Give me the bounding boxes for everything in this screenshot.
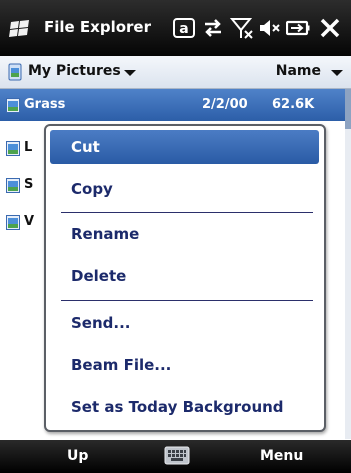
keyboard-icon[interactable] [164,446,190,465]
file-name: Grass [24,97,66,112]
menu-divider [61,212,313,213]
chevron-down-icon[interactable] [330,69,344,77]
chevron-down-icon[interactable] [123,69,137,77]
sort-dropdown[interactable]: Name [276,63,321,79]
mute-volume-icon[interactable] [258,16,282,40]
menu-item-beam-file[interactable]: Beam File... [50,348,319,382]
menu-item-label: Send... [71,314,131,332]
menu-item-set-today-background[interactable]: Set as Today Background [50,390,319,424]
svg-text:a: a [179,21,188,37]
scroll-thumb[interactable] [345,89,351,129]
battery-charging-icon[interactable] [286,16,310,40]
softkey-up[interactable]: Up [67,448,88,464]
softkey-menu[interactable]: Menu [260,448,303,464]
menu-item-label: Cut [71,138,100,156]
connectivity-icon[interactable] [201,16,225,40]
menu-item-rename[interactable]: Rename [50,217,319,251]
folder-dropdown[interactable]: My Pictures [28,63,121,79]
file-row[interactable]: Grass 2/2/00 62.6K [0,89,351,121]
menu-item-delete[interactable]: Delete [50,259,319,293]
image-file-icon [6,98,20,113]
title-bar: File Explorer a [0,0,351,56]
context-menu: Cut Copy Rename Delete Send... Beam File… [44,124,326,432]
menu-item-label: Set as Today Background [71,398,284,416]
app-title: File Explorer [44,18,151,36]
menu-divider [61,300,313,301]
scrollbar[interactable] [345,89,351,439]
adaptive-key-icon[interactable]: a [172,16,196,40]
menu-item-label: Rename [71,225,140,243]
image-file-icon [6,141,20,156]
file-date: 2/2/00 [202,97,248,112]
image-file-icon [6,178,20,193]
close-icon[interactable] [318,16,342,40]
menu-item-label: Beam File... [71,356,172,374]
menu-item-label: Copy [71,180,113,198]
menu-item-cut[interactable]: Cut [50,130,319,164]
navigation-bar: My Pictures Name [0,56,351,89]
image-file-icon [6,215,20,230]
file-name: L [24,140,33,155]
picture-folder-icon [8,63,22,81]
menu-item-send[interactable]: Send... [50,306,319,340]
menu-item-label: Delete [71,267,127,285]
softkey-bar: Up Menu [0,440,351,473]
file-name: S [24,177,34,192]
file-name: V [24,214,35,229]
menu-item-copy[interactable]: Copy [50,172,319,206]
file-size: 62.6K [272,97,315,112]
windows-logo-icon[interactable] [8,19,32,39]
no-signal-icon[interactable] [230,16,254,40]
